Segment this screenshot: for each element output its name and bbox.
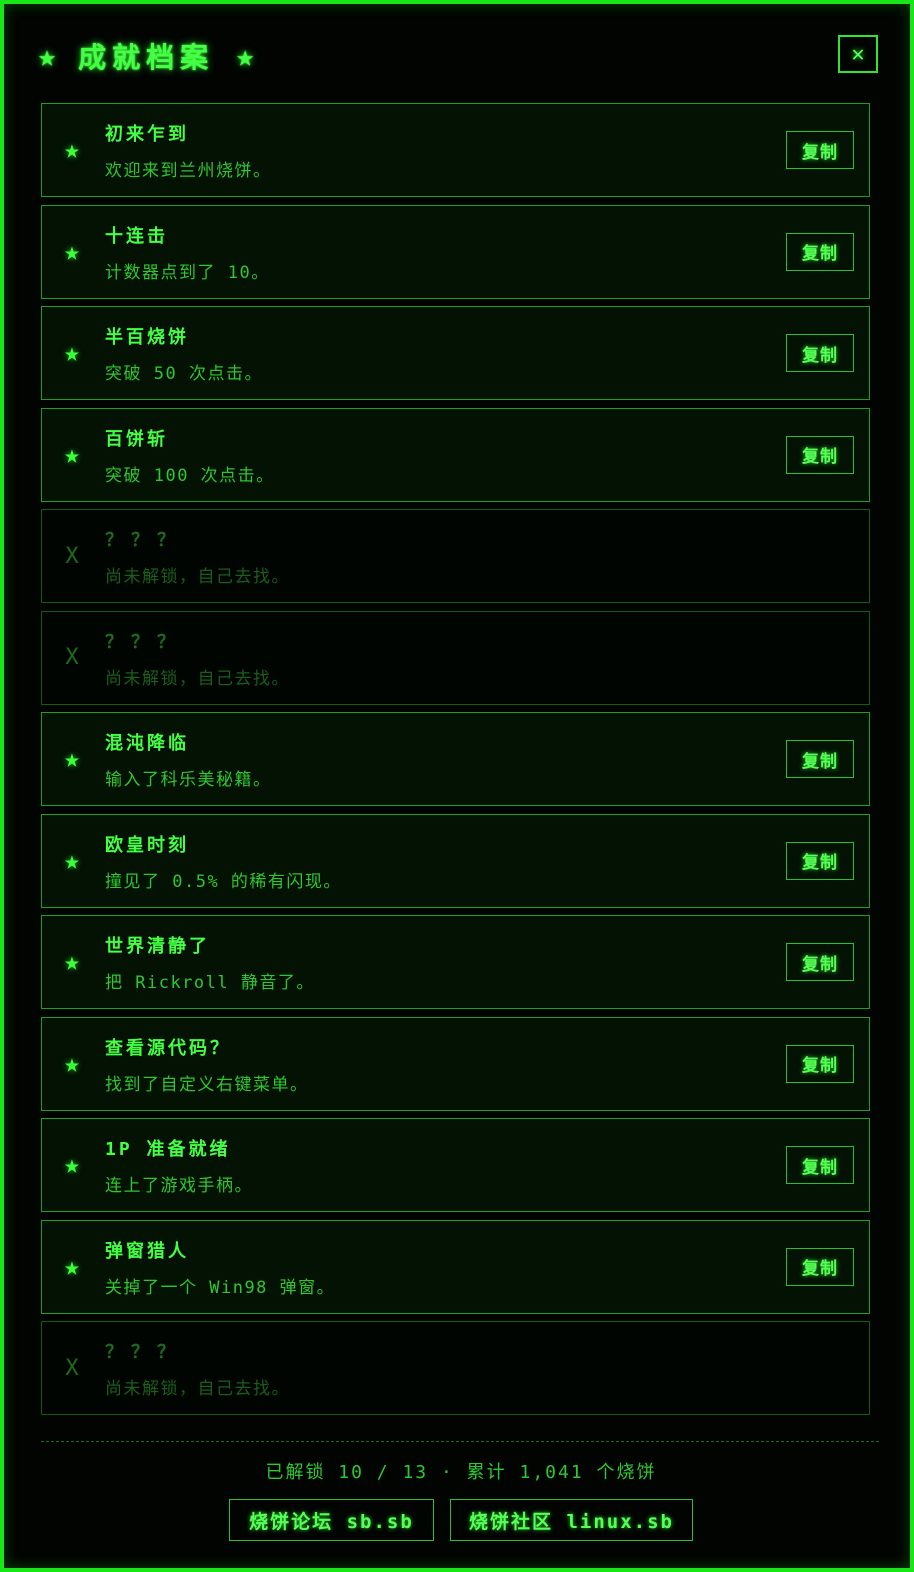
close-button[interactable]: ✕	[838, 35, 878, 73]
achievement-description: 撞见了 0.5% 的稀有闪现。	[105, 871, 342, 892]
achievement-description: 尚未解锁，自己去找。	[105, 567, 290, 587]
close-icon: ✕	[851, 41, 865, 67]
star-icon: ★	[64, 135, 80, 165]
copy-button[interactable]: 复制	[786, 232, 854, 271]
copy-button[interactable]: 复制	[786, 841, 854, 880]
achievement-description: 计数器点到了 10。	[105, 262, 270, 283]
footer-links: 烧饼论坛 sb.sb 烧饼社区 linux.sb	[4, 1499, 914, 1541]
star-icon: ★	[64, 439, 80, 470]
star-icon: ★	[38, 38, 57, 74]
achievements-modal: ★ 成就档案 ★ ✕ ★ 初来乍到 欢迎来到兰州烧饼。 复制 ★ 十连击 计数器点到了 10…	[0, 0, 914, 1572]
star-icon: ★	[64, 236, 80, 267]
copy-button[interactable]: 复制	[786, 435, 854, 474]
achievement-card: ★ 查看源代码？ 找到了自定义右键菜单。 复制	[41, 1016, 870, 1111]
achievement-title: 半百烧饼	[105, 327, 189, 348]
star-icon: ★	[64, 947, 80, 977]
achievement-title: 世界清静了	[105, 936, 210, 957]
achievement-card: ★ 初来乍到欢迎来到兰州烧饼。 复制	[41, 103, 870, 197]
copy-button[interactable]: 复制	[786, 1146, 854, 1184]
locked-x-icon: X	[65, 543, 79, 569]
achievement-description: 找到了自定义右键菜单。	[105, 1074, 309, 1095]
copy-button[interactable]: 复制	[786, 1044, 854, 1083]
copy-button[interactable]: 复制	[786, 740, 854, 778]
achievement-card: ★ 1P 准备就绪连上了游戏手柄。 复制	[41, 1118, 870, 1212]
achievement-card: ★ 半百烧饼突破 50 次点击。 复制	[41, 306, 870, 400]
achievement-title: 1P 准备就绪	[105, 1139, 231, 1160]
achievement-card-locked: X ？？？ 尚未解锁，自己去找。	[41, 610, 870, 705]
achievement-description: 尚未解锁，自己去找。	[105, 668, 290, 689]
achievement-title: ？？？	[105, 1342, 183, 1363]
achievement-title: 十连击	[105, 225, 168, 247]
achievement-description: 突破 50 次点击。	[105, 364, 263, 384]
achievement-description: 输入了科乐美秘籍。	[105, 770, 272, 790]
achievement-title: 弹窗猎人	[105, 1240, 189, 1262]
unlock-summary: 已解锁 10 / 13 · 累计 1,041 个烧饼	[265, 1462, 657, 1483]
star-icon: ★	[64, 1048, 80, 1079]
page-title: 成就档案	[78, 41, 215, 74]
copy-button[interactable]: 复制	[786, 334, 854, 372]
achievement-card: ★ 欧皇时刻撞见了 0.5% 的稀有闪现。 复制	[41, 813, 870, 908]
achievement-card-locked: X ？？？ 尚未解锁，自己去找。	[41, 1321, 870, 1415]
achievement-title: 查看源代码？	[105, 1037, 231, 1059]
community-link-button[interactable]: 烧饼社区 linux.sb	[450, 1499, 693, 1541]
achievement-title: 初来乍到	[105, 124, 189, 145]
star-icon: ★	[64, 338, 80, 368]
achievement-description: 突破 100 次点击。	[105, 465, 275, 486]
copy-button[interactable]: 复制	[786, 131, 854, 169]
achievement-card: ★ 弹窗猎人关掉了一个 Win98 弹窗。 复制	[41, 1219, 870, 1314]
forum-link-button[interactable]: 烧饼论坛 sb.sb	[229, 1499, 434, 1541]
star-icon: ★	[236, 38, 255, 74]
achievement-title: ？？？	[105, 530, 183, 551]
star-icon: ★	[64, 845, 80, 876]
achievement-title: 欧皇时刻	[105, 834, 189, 856]
achievement-card: ★ 十连击计数器点到了 10。 复制	[41, 204, 870, 299]
achievement-list: ★ 初来乍到 欢迎来到兰州烧饼。 复制 ★ 十连击 计数器点到了 10。 复制 ★ 半百烧饼 突破 …	[41, 103, 870, 1423]
achievement-card: ★ 世界清静了把 Rickroll 静音了。 复制	[41, 915, 870, 1009]
divider	[41, 1441, 879, 1442]
modal-header: ★ 成就档案 ★	[38, 34, 254, 78]
star-icon: ★	[64, 744, 80, 774]
locked-x-icon: X	[65, 645, 79, 670]
copy-button[interactable]: 复制	[786, 1247, 854, 1286]
achievement-title: 百饼斩	[105, 428, 168, 450]
star-icon: ★	[64, 1150, 80, 1180]
achievement-description: 连上了游戏手柄。	[105, 1176, 253, 1196]
locked-x-icon: X	[65, 1355, 79, 1381]
achievement-card-locked: X ？？？ 尚未解锁，自己去找。	[41, 509, 870, 603]
copy-button[interactable]: 复制	[786, 943, 854, 981]
achievement-card: ★ 百饼斩突破 100 次点击。 复制	[41, 407, 870, 502]
achievement-description: 把 Rickroll 静音了。	[105, 973, 315, 993]
achievement-title: 混沌降临	[105, 733, 189, 754]
achievement-description: 尚未解锁，自己去找。	[105, 1379, 290, 1399]
achievement-title: ？？？	[105, 631, 183, 653]
star-icon: ★	[64, 1251, 80, 1282]
achievement-description: 关掉了一个 Win98 弹窗。	[105, 1277, 336, 1298]
achievement-description: 欢迎来到兰州烧饼。	[105, 161, 272, 181]
achievement-card: ★ 混沌降临输入了科乐美秘籍。 复制	[41, 712, 870, 806]
